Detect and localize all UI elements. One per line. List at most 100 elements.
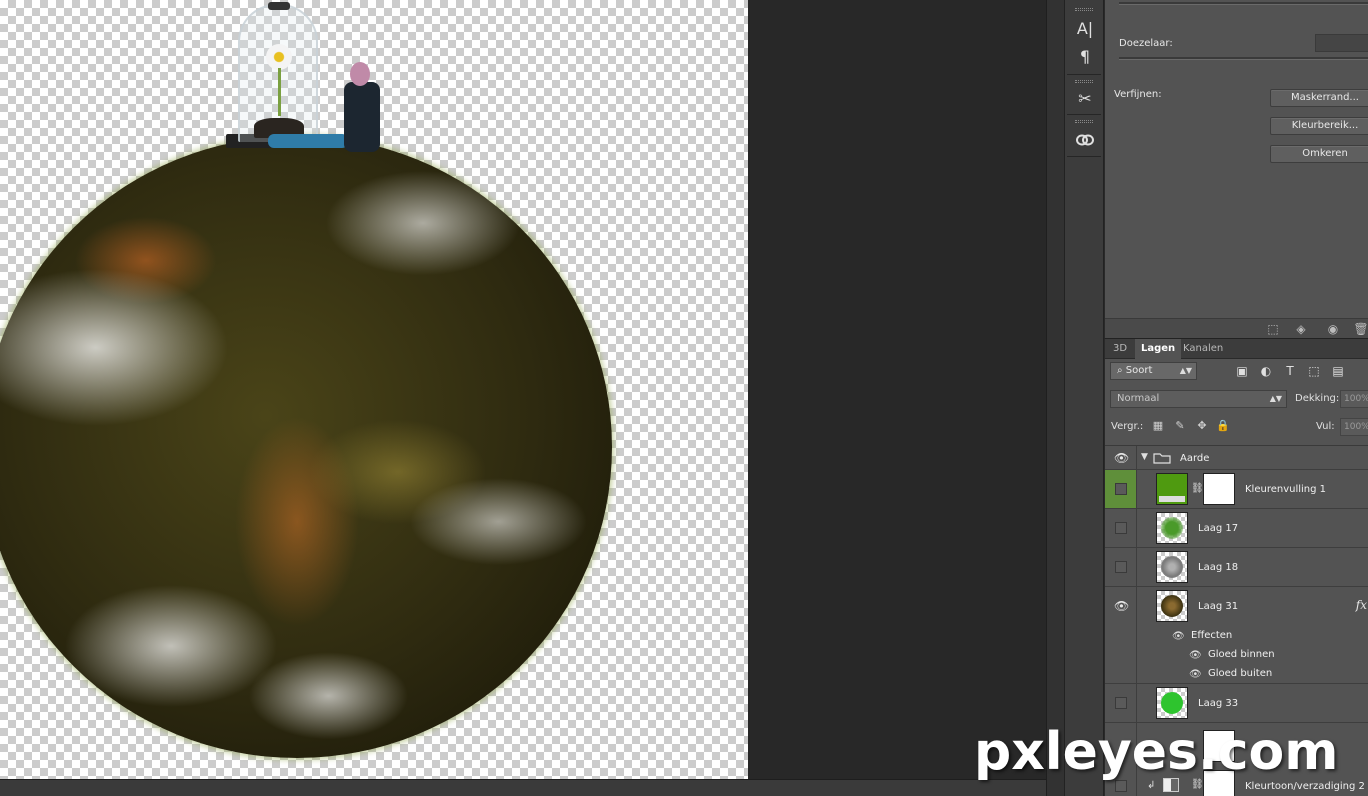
lock-transparency-icon[interactable]: ▦	[1151, 418, 1165, 434]
pxleyes-watermark: pxleyes.com	[974, 722, 1339, 782]
pixel-layer-filter-icon[interactable]: ▣	[1234, 362, 1250, 380]
group-name: Aarde	[1180, 453, 1210, 464]
layer-thumbnail	[1156, 590, 1188, 622]
fill-input[interactable]: 100%	[1340, 418, 1368, 436]
layer-name: Laag 18	[1198, 562, 1239, 573]
eye-icon[interactable]: 👁	[1114, 452, 1129, 464]
lock-all-icon[interactable]: 🔒	[1216, 418, 1230, 434]
hidden-visibility-box[interactable]	[1115, 522, 1127, 534]
layer-row[interactable]: Laag 18	[1105, 548, 1368, 587]
layer-thumbnail	[1156, 551, 1188, 583]
canvas-horizontal-scrollbar[interactable]	[0, 779, 1046, 796]
density-slider-track[interactable]	[1119, 2, 1368, 5]
paragraph-icon[interactable]: ¶	[1073, 46, 1097, 68]
outer-glow-eye-icon[interactable]: 👁	[1189, 670, 1202, 680]
load-selection-icon[interactable]: ⬚	[1265, 321, 1281, 337]
properties-footer: ⬚ ◈ ◉ 🗑	[1105, 318, 1368, 338]
eye-icon[interactable]: 👁	[1114, 600, 1129, 612]
adjustment-layer-filter-icon[interactable]: ◐	[1258, 362, 1274, 380]
layer-name: Laag 33	[1198, 698, 1239, 709]
document-canvas[interactable]	[0, 0, 748, 779]
hidden-visibility-box[interactable]	[1115, 561, 1127, 573]
fill-slider-glyph	[1159, 496, 1185, 502]
invert-button[interactable]: Omkeren	[1270, 145, 1368, 163]
layer-filter-row: ⌕ Soort ▲▼ ▣ ◐ T ⬚ ▤	[1105, 362, 1368, 382]
inner-glow-eye-icon[interactable]: 👁	[1189, 651, 1202, 661]
type-layer-filter-icon[interactable]: T	[1282, 362, 1298, 380]
brush-settings-icon[interactable]: ✂	[1073, 88, 1097, 110]
panel-icon-strip: A| ¶ ✂	[1064, 0, 1104, 796]
figure-head	[350, 62, 370, 86]
group-expand-icon[interactable]: ▼	[1141, 452, 1148, 462]
opacity-input[interactable]: 100%	[1340, 390, 1368, 408]
delete-mask-icon[interactable]: 🗑	[1353, 321, 1368, 337]
visibility-cell[interactable]	[1105, 470, 1137, 508]
smart-object-filter-icon[interactable]: ▤	[1330, 362, 1346, 380]
filter-kind-select[interactable]: ⌕ Soort ▲▼	[1110, 362, 1197, 380]
lock-label: Vergr.:	[1111, 421, 1144, 432]
lock-image-pixels-icon[interactable]: ✎	[1173, 418, 1187, 434]
tab-channels[interactable]: Kanalen	[1177, 339, 1229, 359]
shape-layer-filter-icon[interactable]: ⬚	[1306, 362, 1322, 380]
layer-name: Laag 31	[1198, 601, 1239, 612]
layer-mask-thumbnail[interactable]	[1203, 473, 1235, 505]
canvas-vertical-scrollbar[interactable]	[1046, 0, 1064, 796]
strip-grip[interactable]	[1075, 8, 1093, 11]
toggle-mask-visibility-icon[interactable]: ◉	[1325, 321, 1341, 337]
layer-group-row[interactable]: 👁 ▼ Aarde	[1105, 446, 1368, 470]
thumbnail-content	[1161, 692, 1183, 714]
sitting-figure-image	[268, 62, 382, 154]
layer-row[interactable]: Laag 17	[1105, 509, 1368, 548]
strip-grip[interactable]	[1075, 120, 1093, 123]
mask-edge-button[interactable]: Maskerrand...	[1270, 89, 1368, 107]
daisy-flower	[266, 44, 292, 70]
thumbnail-content	[1161, 595, 1183, 617]
effects-label[interactable]: Effecten	[1191, 630, 1232, 641]
strip-grip[interactable]	[1075, 80, 1093, 83]
filter-kind-label: Soort	[1125, 365, 1153, 376]
blend-mode-row: Normaal ▲▼ Dekking: 100%	[1105, 390, 1368, 410]
character-icon[interactable]: A|	[1073, 18, 1097, 40]
thumbnail-content	[1161, 517, 1183, 539]
properties-panel: Doezelaar: Verfijnen: Maskerrand... Kleu…	[1104, 0, 1368, 338]
hidden-visibility-box[interactable]	[1115, 483, 1127, 495]
creative-cloud-icon[interactable]	[1073, 128, 1097, 150]
strip-divider	[1067, 156, 1101, 157]
canvas-area[interactable]	[0, 0, 1064, 796]
layer-name: Laag 17	[1198, 523, 1239, 534]
layer-effects-badge[interactable]: fx	[1356, 598, 1367, 612]
thumbnail-content	[1161, 556, 1183, 578]
feather-slider-track[interactable]	[1119, 57, 1368, 60]
layers-panel-tabs: 3D Lagen Kanalen	[1105, 339, 1368, 359]
strip-divider	[1067, 114, 1101, 115]
effects-eye-icon[interactable]: 👁	[1172, 632, 1185, 642]
earth-planet-image	[0, 136, 612, 758]
visibility-cell[interactable]	[1105, 548, 1137, 586]
blend-mode-select[interactable]: Normaal ▲▼	[1110, 390, 1287, 408]
layer-row[interactable]: ⛓ Kleurenvulling 1	[1105, 470, 1368, 509]
folder-icon	[1153, 453, 1171, 464]
flower-stem	[278, 68, 281, 116]
visibility-cell[interactable]: 👁	[1105, 446, 1137, 469]
blend-mode-value: Normaal	[1117, 393, 1160, 404]
lock-position-icon[interactable]: ✥	[1195, 418, 1209, 434]
visibility-cell[interactable]: 👁	[1105, 587, 1137, 683]
feather-input[interactable]	[1315, 34, 1368, 52]
layer-thumbnail	[1156, 473, 1188, 505]
tab-3d[interactable]: 3D	[1107, 339, 1133, 359]
stepper-arrows-icon: ▲▼	[1179, 366, 1192, 375]
layer-name: Kleurenvulling 1	[1245, 484, 1327, 495]
opacity-label: Dekking:	[1295, 393, 1340, 404]
effect-outer-glow[interactable]: Gloed buiten	[1208, 668, 1272, 679]
hidden-visibility-box[interactable]	[1115, 697, 1127, 709]
mask-link-icon[interactable]: ⛓	[1191, 482, 1204, 496]
search-icon: ⌕	[1117, 365, 1126, 376]
color-range-button[interactable]: Kleurbereik...	[1270, 117, 1368, 135]
fill-label: Vul:	[1316, 421, 1335, 432]
apply-mask-icon[interactable]: ◈	[1293, 321, 1309, 337]
visibility-cell[interactable]	[1105, 509, 1137, 547]
effect-inner-glow[interactable]: Gloed binnen	[1208, 649, 1275, 660]
figure-legs	[268, 134, 348, 148]
tab-layers[interactable]: Lagen	[1135, 339, 1182, 359]
layer-row[interactable]: 👁 Laag 31 fx 👁 Effecten 👁 Gloed binnen 👁…	[1105, 587, 1368, 684]
